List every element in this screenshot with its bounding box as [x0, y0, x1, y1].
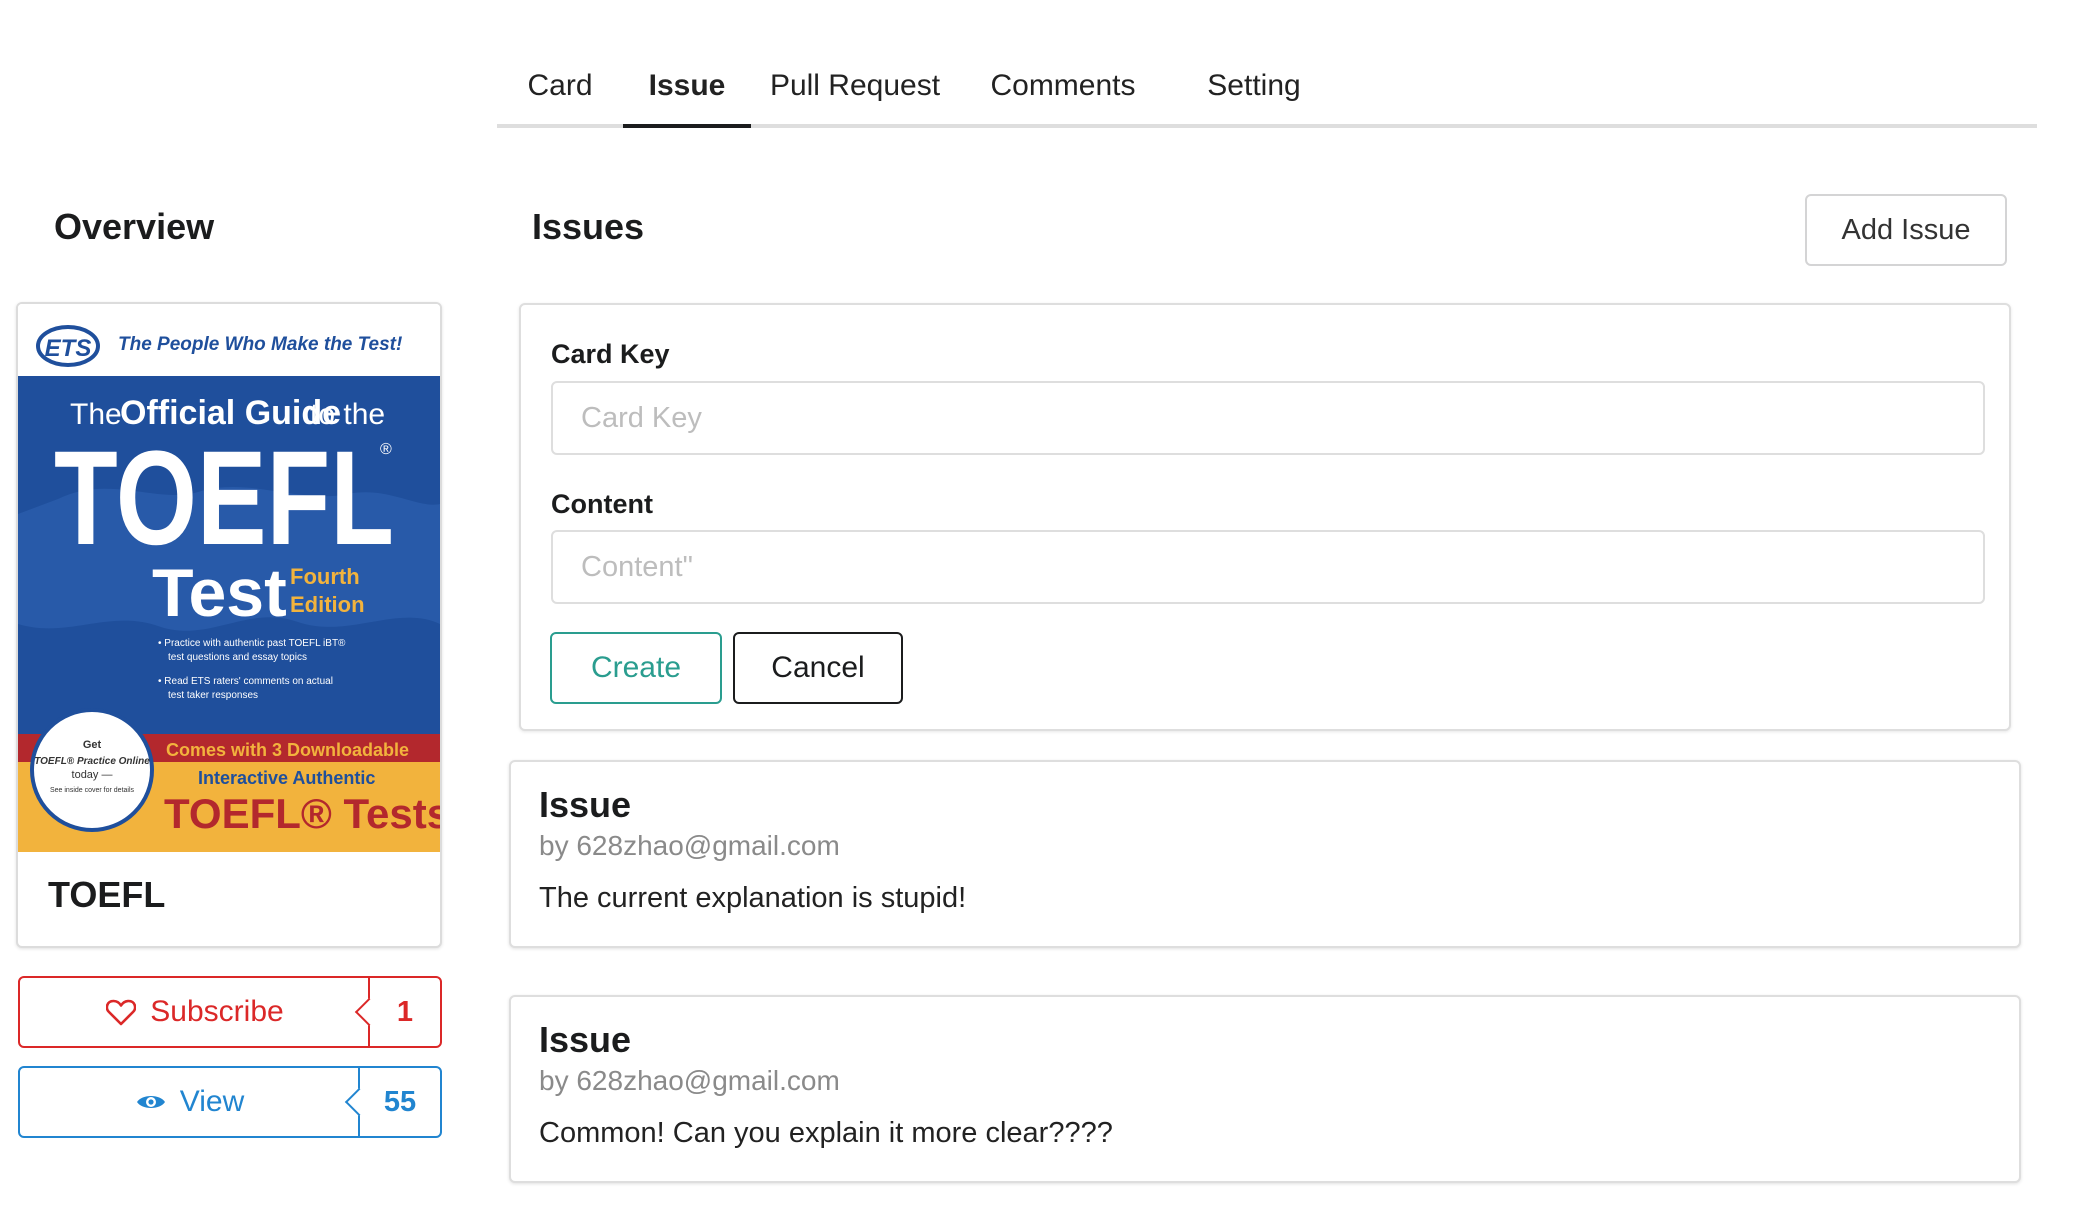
issue-author: by 628zhao@gmail.com — [539, 830, 840, 861]
svg-text:TOEFL® Tests: TOEFL® Tests — [164, 790, 440, 837]
book-cover: ETS The People Who Make the Test! The Of… — [18, 304, 440, 852]
card-key-label: Card Key — [551, 339, 670, 369]
issue-title: Issue — [539, 1019, 632, 1060]
heart-icon — [106, 998, 137, 1026]
content-input[interactable] — [551, 530, 1985, 604]
tab-card[interactable]: Card — [497, 62, 623, 128]
svg-text:today —: today — — [72, 769, 113, 781]
cancel-button[interactable]: Cancel — [733, 632, 903, 704]
svg-text:The People Who Make the Test!: The People Who Make the Test! — [118, 334, 402, 355]
tab-bar: Card Issue Pull Request Comments Setting — [497, 62, 2037, 128]
view-count: 55 — [344, 1068, 440, 1136]
issue-content: Common! Can you explain it more clear???… — [539, 1117, 1113, 1149]
issue-item[interactable]: Issue by 628zhao@gmail.com Common! Can y… — [509, 995, 2021, 1183]
create-button[interactable]: Create — [550, 632, 722, 704]
svg-text:Fourth: Fourth — [290, 564, 360, 589]
tab-setting[interactable]: Setting — [1167, 62, 1341, 128]
card-overview[interactable]: ETS The People Who Make the Test! The Of… — [16, 302, 442, 948]
tab-issue[interactable]: Issue — [623, 62, 751, 128]
svg-text:Interactive Authentic: Interactive Authentic — [198, 768, 375, 788]
view-count-value: 55 — [383, 1085, 417, 1118]
svg-text:Comes with 3 Downloadable: Comes with 3 Downloadable — [166, 740, 409, 760]
subscribe-label: Subscribe — [150, 995, 284, 1028]
svg-text:TOEFL® Practice Online: TOEFL® Practice Online — [34, 756, 150, 767]
overview-title: Overview — [54, 206, 215, 247]
svg-text:TOEFL: TOEFL — [54, 424, 394, 573]
add-issue-button[interactable]: Add Issue — [1805, 194, 2007, 266]
svg-text:• Practice with authentic past: • Practice with authentic past TOEFL iBT… — [158, 638, 346, 649]
issue-content: The current explanation is stupid! — [539, 882, 967, 914]
issue-author: by 628zhao@gmail.com — [539, 1065, 840, 1096]
issue-form: Card Key Content Create Cancel — [519, 303, 2011, 731]
view-label-group[interactable]: View — [20, 1068, 360, 1136]
view-button[interactable]: View 55 — [18, 1066, 442, 1138]
svg-text:Get: Get — [83, 739, 102, 751]
eye-icon — [136, 1092, 166, 1112]
subscribe-label-group[interactable]: Subscribe — [20, 978, 370, 1046]
content-label: Content — [551, 489, 653, 519]
card-name: TOEFL — [48, 874, 166, 915]
book-cover-image: ETS The People Who Make the Test! The Of… — [18, 304, 440, 852]
view-label: View — [179, 1085, 245, 1118]
card-key-input[interactable] — [551, 381, 1985, 455]
svg-text:Edition: Edition — [290, 592, 365, 617]
tab-comments[interactable]: Comments — [959, 62, 1167, 128]
issue-item[interactable]: Issue by 628zhao@gmail.com The current e… — [509, 760, 2021, 948]
issues-title: Issues — [532, 206, 645, 247]
tab-pull-request[interactable]: Pull Request — [751, 62, 959, 128]
subscribe-count: 1 — [354, 978, 440, 1046]
svg-text:test taker responses: test taker responses — [168, 690, 258, 701]
subscribe-count-value: 1 — [396, 995, 414, 1028]
svg-text:test questions and essay topic: test questions and essay topics — [168, 652, 307, 663]
subscribe-button[interactable]: Subscribe 1 — [18, 976, 442, 1048]
svg-text:Test: Test — [152, 555, 287, 631]
svg-text:ETS: ETS — [45, 335, 92, 362]
issue-title: Issue — [539, 784, 632, 825]
svg-text:• Read ETS raters' comments on: • Read ETS raters' comments on actual — [158, 676, 333, 687]
svg-text:®: ® — [380, 441, 392, 458]
svg-text:See inside cover for details: See inside cover for details — [50, 787, 135, 794]
